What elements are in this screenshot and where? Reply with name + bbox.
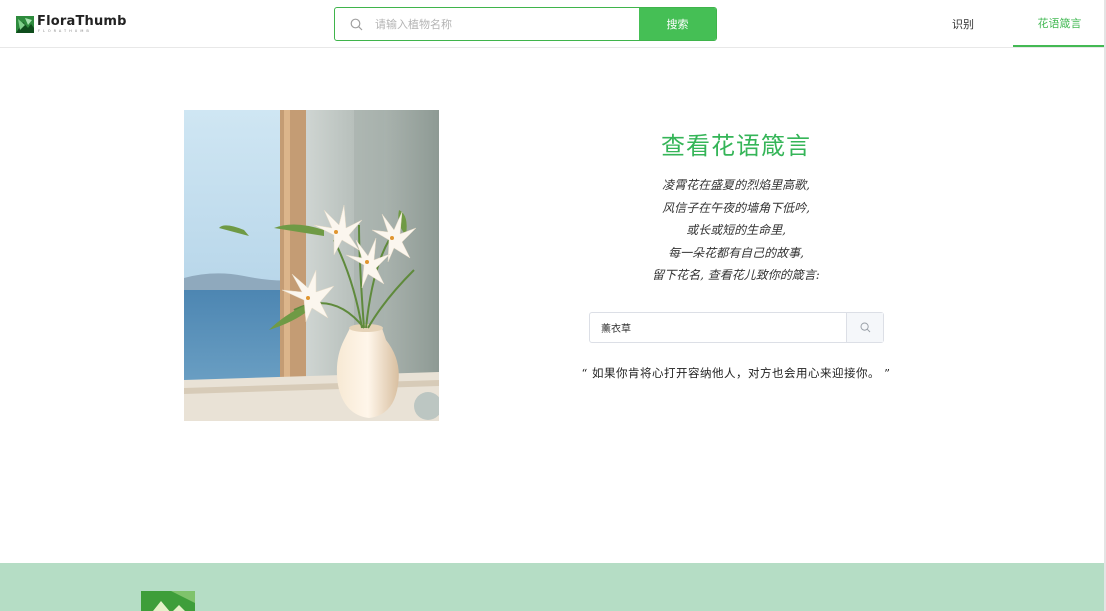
poem-line: 风信子在午夜的墙角下低吟, <box>662 200 810 215</box>
plant-search-bar: 搜索 <box>334 7 717 41</box>
flower-name-search <box>589 312 884 343</box>
footer <box>0 563 1106 611</box>
main-nav: 识别 花语箴言 <box>920 0 1106 47</box>
poem-line: 凌霄花在盛夏的烈焰里高歌, <box>662 178 810 192</box>
poem-line: 或长或短的生命里, <box>686 223 786 237</box>
poem-line: 留下花名, 查看花儿致你的箴言: <box>652 268 820 282</box>
search-icon <box>860 322 870 333</box>
page-title: 查看花语箴言 <box>661 132 811 160</box>
logo-mark-icon <box>16 15 34 33</box>
search-icon <box>335 8 371 40</box>
app-logo[interactable]: FloraThumb FLORATHUMB <box>16 13 127 35</box>
flower-name-input[interactable] <box>590 313 846 342</box>
footer-logo-icon <box>141 591 195 611</box>
poem-line: 每一朵花都有自己的故事, <box>668 245 804 260</box>
logo-text: FloraThumb <box>37 13 127 29</box>
nav-item-flower-language[interactable]: 花语箴言 <box>1013 0 1106 47</box>
plant-search-input[interactable] <box>371 8 639 40</box>
nav-item-identify[interactable]: 识别 <box>920 0 1006 47</box>
flower-quote: “ 如果你肯将心打开容纳他人，对方也会用心来迎接你。 ” <box>581 366 891 380</box>
top-navbar: FloraThumb FLORATHUMB 搜索 识别 花语箴言 <box>0 0 1106 48</box>
logo-subtitle: FLORATHUMB <box>38 29 92 33</box>
lily-vase-photo <box>184 110 439 421</box>
poem: 凌霄花在盛夏的烈焰里高歌, 风信子在午夜的墙角下低吟, 或长或短的生命里, 每一… <box>550 174 922 287</box>
flower-search-button[interactable] <box>846 313 883 342</box>
search-button[interactable]: 搜索 <box>639 8 716 40</box>
